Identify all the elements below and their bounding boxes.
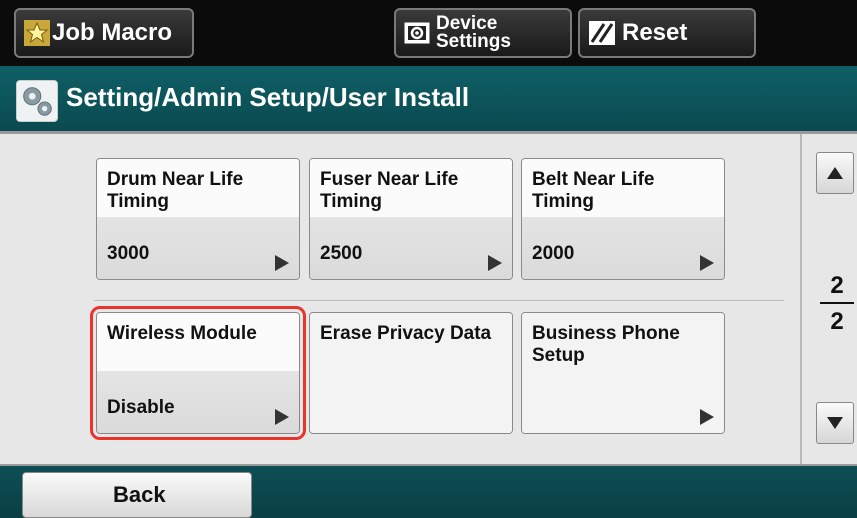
device-settings-button[interactable]: Device Settings [394, 8, 572, 58]
play-arrow-icon [275, 255, 289, 271]
star-icon [24, 20, 50, 46]
bottom-bar: Back [0, 464, 857, 518]
top-toolbar: Job Macro Device Settings Reset [0, 0, 857, 66]
tile-value: Disable [107, 397, 175, 418]
scroll-up-button[interactable] [816, 152, 854, 194]
total-pages: 2 [830, 308, 844, 335]
reset-label: Reset [622, 19, 688, 46]
page-title: Setting/Admin Setup/User Install [66, 82, 470, 112]
back-button[interactable]: Back [22, 472, 252, 518]
device-settings-label: Device Settings [436, 14, 511, 52]
play-arrow-icon [488, 255, 502, 271]
tile-label: Drum Near Life Timing [107, 169, 244, 212]
settings-panel: Drum Near Life Timing 3000 Fuser Near Li… [0, 134, 800, 464]
erase-privacy-data-tile[interactable]: Erase Privacy Data [309, 312, 513, 434]
business-phone-setup-tile[interactable]: Business Phone Setup [521, 312, 725, 434]
triangle-up-icon [827, 167, 843, 179]
wireless-module-tile[interactable]: Wireless Module Disable [90, 306, 306, 440]
scroll-down-button[interactable] [816, 402, 854, 444]
device-settings-line2: Settings [436, 31, 511, 52]
belt-near-life-timing-tile[interactable]: Belt Near Life Timing 2000 [521, 158, 725, 280]
pager-column: 2 2 [800, 134, 857, 464]
play-arrow-icon [700, 409, 714, 425]
triangle-down-icon [827, 417, 843, 429]
reset-icon [589, 21, 615, 45]
page-divider [820, 302, 854, 304]
play-arrow-icon [700, 255, 714, 271]
tile-label: Business Phone Setup [532, 323, 680, 366]
tile-label: Erase Privacy Data [320, 323, 492, 344]
job-macro-label: Job Macro [52, 19, 173, 46]
device-settings-icon [404, 22, 430, 44]
tile-value: 3000 [107, 243, 150, 264]
play-arrow-icon [275, 409, 289, 425]
current-page: 2 [830, 272, 844, 299]
drum-near-life-timing-tile[interactable]: Drum Near Life Timing 3000 [96, 158, 300, 280]
tile-value: 2500 [320, 243, 363, 264]
reset-button[interactable]: Reset [578, 8, 756, 58]
tile-label: Fuser Near Life Timing [320, 169, 459, 212]
job-macro-button[interactable]: Job Macro [14, 8, 194, 58]
tile-label: Belt Near Life Timing [532, 169, 655, 212]
row-divider [94, 300, 784, 301]
tile-value: 2000 [532, 243, 575, 264]
fuser-near-life-timing-tile[interactable]: Fuser Near Life Timing 2500 [309, 158, 513, 280]
tile-label: Wireless Module [107, 323, 257, 344]
gear-icon [16, 80, 58, 122]
title-bar: Setting/Admin Setup/User Install [0, 66, 857, 134]
